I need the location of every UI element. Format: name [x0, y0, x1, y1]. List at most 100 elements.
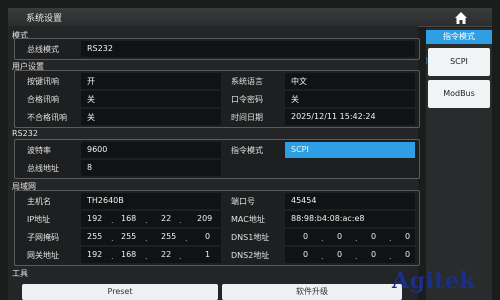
command-mode-sidebar: 指令模式 ) SCPI ModBus [425, 28, 492, 300]
host-label: 主机名 [27, 197, 51, 206]
datetime-value: 2025/12/11 15:42:24 [291, 112, 376, 121]
mask-octet-1: 255 [87, 232, 103, 241]
ip-octet-4: 209 [197, 214, 213, 223]
bus-mode-label: 总线模式 [27, 45, 59, 54]
dns2-octet-3: 0 [371, 250, 377, 259]
dns2-octet-1: 0 [303, 250, 309, 259]
fail-beep-field[interactable]: 关 [81, 109, 221, 125]
user-frame: 按键讯响 开 系统语言 中文 合格讯响 关 口令密码 关 不合格讯响 关 时间日… [14, 70, 420, 128]
password-field[interactable]: 关 [285, 91, 415, 107]
pass-beep-value: 关 [87, 95, 95, 104]
cmd-mode-label: 指令模式 [231, 146, 263, 155]
bus-address-field[interactable]: 8 [81, 160, 221, 176]
lan-frame: 主机名 TH2640B 端口号 45454 IP地址 192 . 168 . 2… [14, 190, 420, 266]
dns2-dot: . [355, 252, 358, 261]
password-value: 关 [291, 95, 299, 104]
key-beep-label: 按键讯响 [27, 77, 59, 86]
gw-octet-1: 192 [87, 250, 103, 259]
pass-beep-label: 合格讯响 [27, 95, 59, 104]
dns2-field[interactable]: 0 . 0 . 0 . 0 [285, 247, 415, 263]
dns1-octet-1: 0 [303, 232, 309, 241]
mask-field[interactable]: 255 . 255 . 255 . 0 [81, 229, 221, 245]
ip-octet-1: 192 [87, 214, 103, 223]
mask-label: 子网掩码 [27, 233, 59, 242]
language-field[interactable]: 中文 [285, 73, 415, 89]
cmd-mode-field[interactable]: SCPI [285, 142, 415, 158]
bus-mode-field[interactable]: RS232 [81, 41, 415, 57]
section-tools-label: 工具 [12, 269, 28, 278]
fail-beep-value: 关 [87, 113, 95, 122]
preset-button[interactable]: Preset [22, 284, 218, 300]
bus-address-value: 8 [87, 163, 93, 172]
mask-octet-4: 0 [205, 232, 211, 241]
port-label: 端口号 [231, 197, 255, 206]
key-beep-field[interactable]: 开 [81, 73, 221, 89]
mac-label: MAC地址 [231, 215, 265, 224]
baud-field[interactable]: 9600 [81, 142, 221, 158]
baud-value: 9600 [87, 145, 108, 154]
fail-beep-label: 不合格讯响 [27, 113, 67, 122]
mask-dot: . [185, 234, 188, 243]
gw-octet-4: 1 [205, 250, 211, 259]
datetime-field[interactable]: 2025/12/11 15:42:24 [285, 109, 415, 125]
dns1-label: DNS1地址 [231, 233, 270, 242]
ip-octet-2: 168 [121, 214, 137, 223]
mask-octet-2: 255 [121, 232, 137, 241]
mac-field[interactable]: 88:98:b4:08:ac:e8 [285, 211, 415, 227]
dns2-octet-4: 0 [405, 250, 411, 259]
dns1-octet-2: 0 [337, 232, 343, 241]
gateway-label: 网关地址 [27, 251, 59, 260]
key-beep-value: 开 [87, 77, 95, 86]
mac-value: 88:98:b4:08:ac:e8 [291, 214, 365, 223]
dns1-dot: . [389, 234, 392, 243]
mask-dot: . [145, 234, 148, 243]
language-value: 中文 [291, 77, 307, 86]
rs232-frame: 波特率 9600 指令模式 SCPI 总线地址 8 [14, 139, 420, 179]
baud-label: 波特率 [27, 146, 51, 155]
window-title: 系统设置 [26, 14, 63, 24]
ip-dot: . [145, 216, 148, 225]
sidebar-header: 指令模式 [426, 30, 492, 44]
agitek-logo: Agitek [392, 268, 476, 294]
dns1-octet-4: 0 [405, 232, 411, 241]
upgrade-button[interactable]: 软件升级 [222, 284, 402, 300]
ip-field[interactable]: 192 . 168 . 22 . 209 [81, 211, 221, 227]
sidebar-item-modbus[interactable]: ModBus [428, 80, 490, 108]
mask-octet-3: 255 [161, 232, 177, 241]
dns2-octet-2: 0 [337, 250, 343, 259]
dns1-field[interactable]: 0 . 0 . 0 . 0 [285, 229, 415, 245]
gw-octet-3: 22 [161, 250, 172, 259]
host-value: TH2640B [87, 196, 124, 205]
ip-octet-3: 22 [161, 214, 172, 223]
sidebar-item-scpi[interactable]: SCPI [428, 48, 490, 76]
gw-octet-2: 168 [121, 250, 137, 259]
gw-dot: . [111, 252, 114, 261]
host-field[interactable]: TH2640B [81, 193, 221, 209]
mask-dot: . [111, 234, 114, 243]
password-label: 口令密码 [231, 95, 263, 104]
cmd-mode-value: SCPI [291, 145, 309, 154]
dns2-dot: . [389, 252, 392, 261]
datetime-label: 时间日期 [231, 113, 263, 122]
bus-address-label: 总线地址 [27, 164, 59, 173]
dns1-dot: . [355, 234, 358, 243]
ip-dot: . [179, 216, 182, 225]
home-icon[interactable] [454, 10, 468, 24]
port-field[interactable]: 45454 [285, 193, 415, 209]
section-rs232-label: RS232 [12, 129, 38, 138]
pass-beep-field[interactable]: 关 [81, 91, 221, 107]
bus-mode-value: RS232 [87, 44, 113, 53]
ip-dot: . [111, 216, 114, 225]
title-bar: 系统设置 [8, 8, 492, 27]
ip-label: IP地址 [27, 215, 51, 224]
port-value: 45454 [291, 196, 317, 205]
gw-dot: . [145, 252, 148, 261]
language-label: 系统语言 [231, 77, 263, 86]
gateway-field[interactable]: 192 . 168 . 22 . 1 [81, 247, 221, 263]
dns2-label: DNS2地址 [231, 251, 270, 260]
dns2-dot: . [321, 252, 324, 261]
dns1-octet-3: 0 [371, 232, 377, 241]
gw-dot: . [179, 252, 182, 261]
mode-frame: 总线模式 RS232 [14, 38, 420, 60]
dns1-dot: . [321, 234, 324, 243]
